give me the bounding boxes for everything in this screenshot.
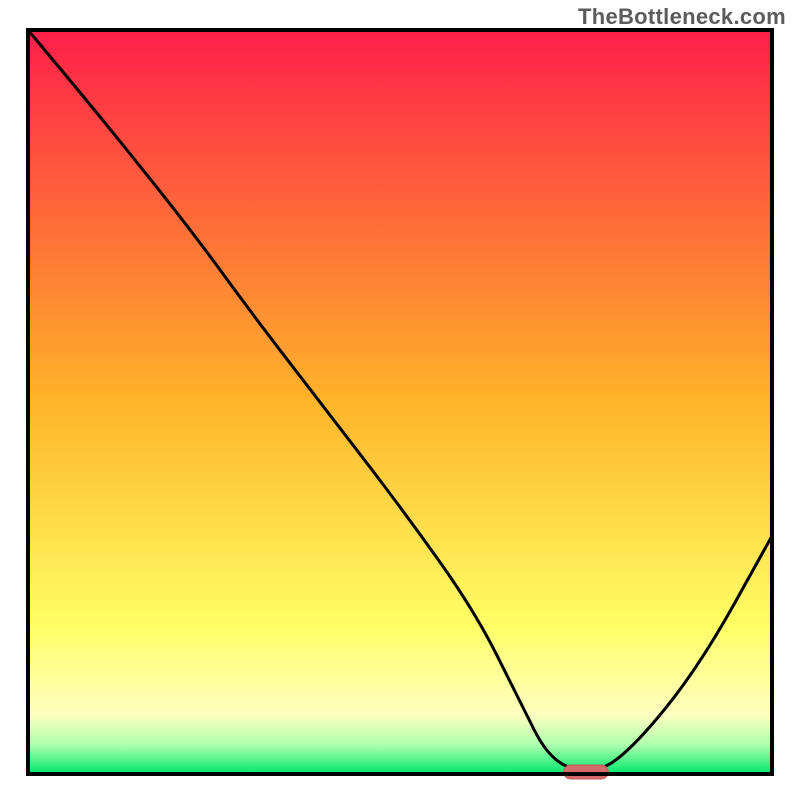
- plot-area: [28, 30, 772, 774]
- bottleneck-chart: [0, 0, 800, 800]
- chart-container: TheBottleneck.com: [0, 0, 800, 800]
